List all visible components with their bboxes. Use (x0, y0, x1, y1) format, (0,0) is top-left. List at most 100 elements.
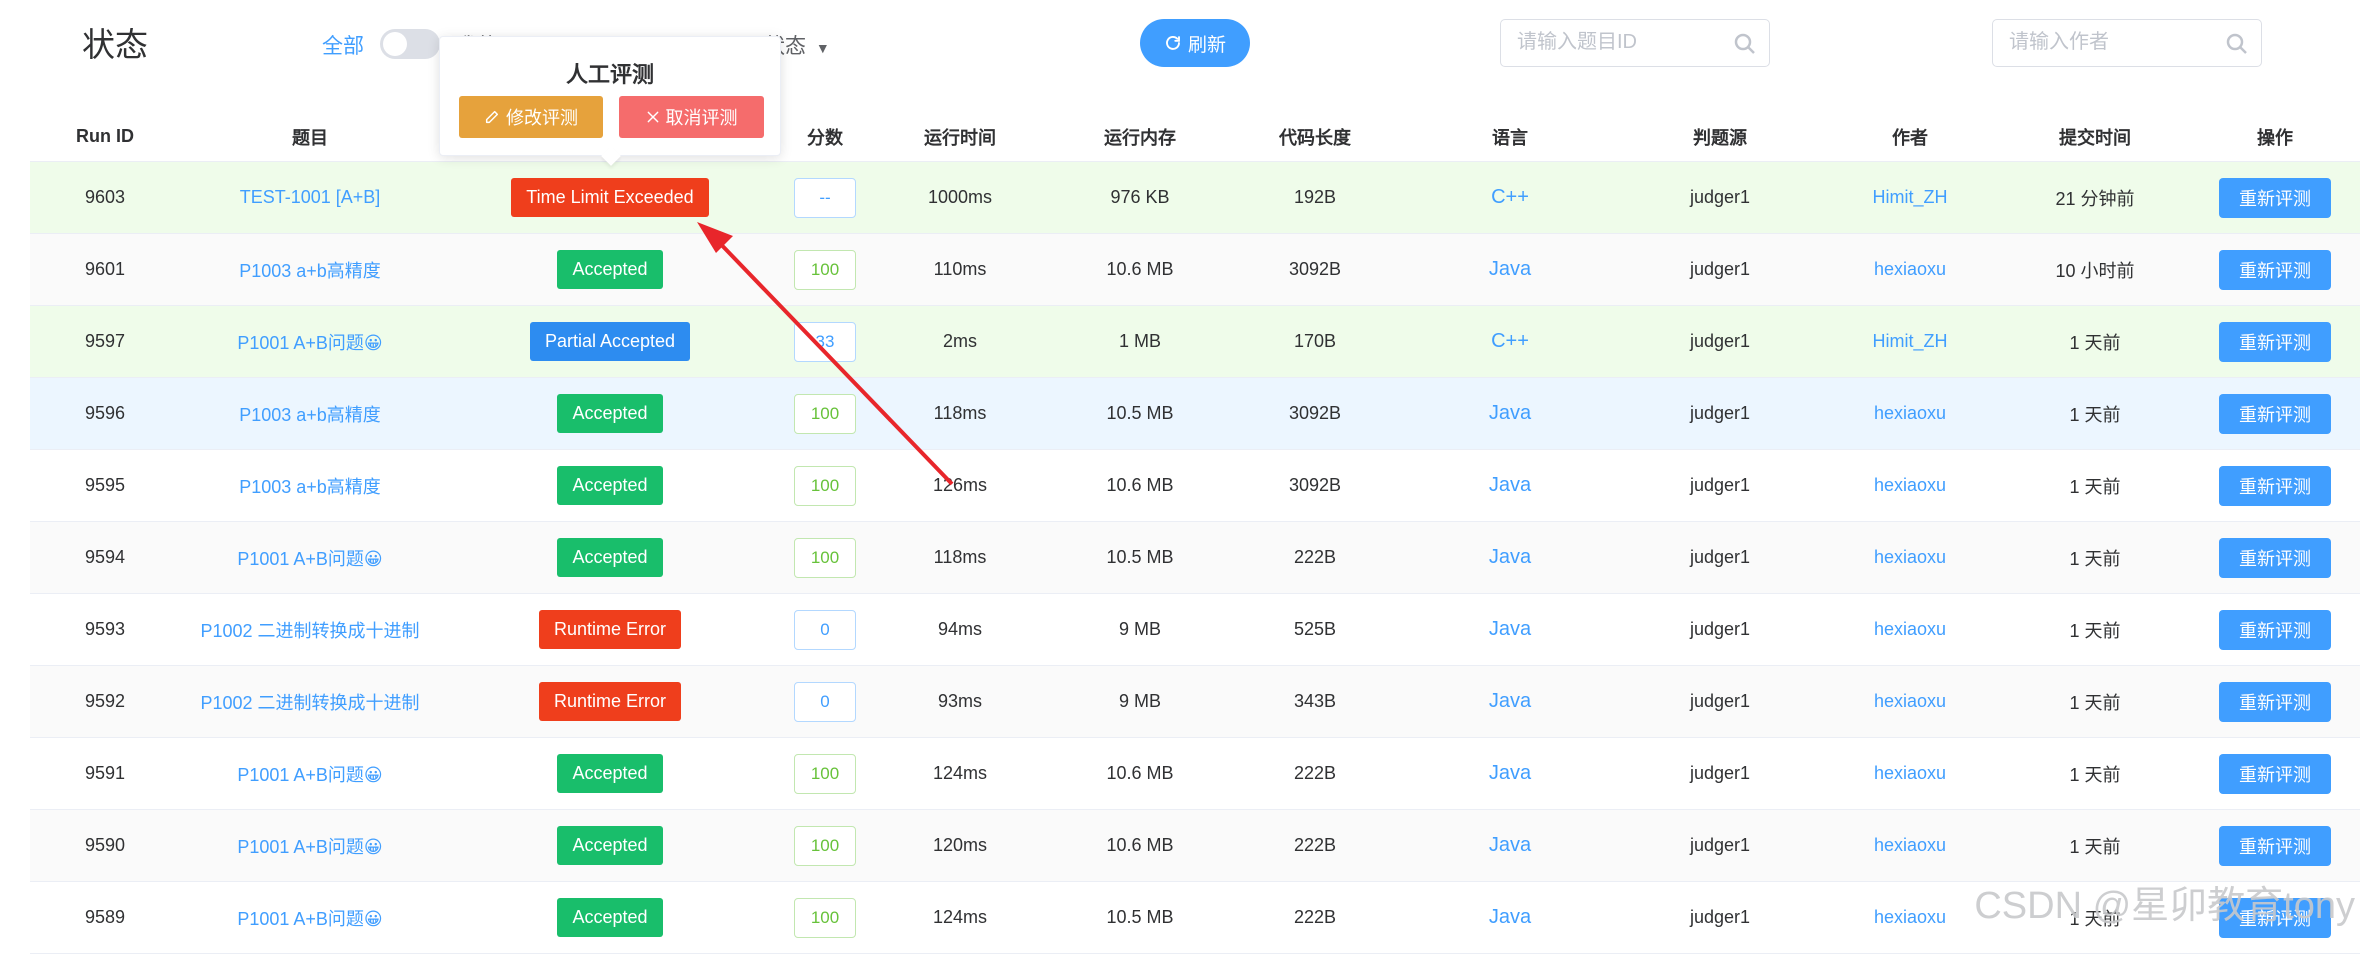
status-tag[interactable]: Accepted (557, 466, 663, 505)
status-tag[interactable]: Partial Accepted (529, 322, 691, 361)
code-length: 3092B (1288, 475, 1342, 495)
language-link[interactable]: Java (1489, 762, 1531, 785)
author-link[interactable]: hexiaoxu (1874, 619, 1946, 640)
author-link[interactable]: hexiaoxu (1874, 907, 1946, 928)
table-row: 9590 P1001 A+B问题😀 Accepted 100 120ms 10.… (30, 810, 2360, 882)
filter-all-label[interactable]: 全部 (322, 30, 364, 60)
refresh-button[interactable]: 刷新 (1140, 19, 1250, 67)
author-search[interactable] (1992, 19, 2262, 67)
manual-judge-popover: 人工评测 修改评测 取消评测 (439, 36, 781, 156)
status-tag[interactable]: Accepted (557, 898, 663, 937)
run-memory: 10.6 MB (1106, 259, 1174, 279)
search-icon[interactable] (2225, 32, 2249, 56)
table-row: 9595 P1003 a+b高精度 Accepted 100 126ms 10.… (30, 450, 2360, 522)
col-action: 操作 (2257, 127, 2293, 148)
run-id: 9590 (84, 835, 126, 855)
status-tag[interactable]: Accepted (557, 250, 663, 289)
code-length: 192B (1293, 187, 1337, 207)
submit-time: 10 小时前 (2055, 260, 2135, 281)
run-time: 126ms (932, 475, 988, 495)
run-id: 9593 (84, 619, 126, 639)
language-link[interactable]: Java (1489, 690, 1531, 713)
author-search-input[interactable] (2007, 20, 2217, 64)
code-length: 222B (1293, 835, 1337, 855)
language-link[interactable]: Java (1489, 258, 1531, 281)
author-link[interactable]: hexiaoxu (1874, 259, 1946, 280)
run-time: 2ms (942, 331, 977, 351)
language-link[interactable]: Java (1489, 402, 1531, 425)
author-link[interactable]: hexiaoxu (1874, 763, 1946, 784)
language-link[interactable]: C++ (1491, 186, 1529, 209)
cancel-judge-button[interactable]: 取消评测 (619, 96, 764, 138)
judger: judger1 (1689, 835, 1751, 855)
status-tag[interactable]: Accepted (557, 826, 663, 865)
close-icon (647, 111, 658, 123)
code-length: 525B (1293, 619, 1337, 639)
rejudge-button[interactable]: 重新评测 (2219, 681, 2331, 722)
rejudge-button[interactable]: 重新评测 (2219, 825, 2331, 866)
table-row: 9597 P1001 A+B问题😀 Partial Accepted 33 2m… (30, 306, 2360, 378)
status-tag[interactable]: Time Limit Exceeded (511, 178, 709, 217)
rejudge-button[interactable]: 重新评测 (2219, 177, 2331, 218)
code-length: 3092B (1288, 403, 1342, 423)
score-badge: 100 (794, 249, 856, 290)
language-link[interactable]: Java (1489, 474, 1531, 497)
problem-link[interactable]: TEST-1001 [A+B] (240, 187, 381, 208)
popover-title: 人工评测 (565, 62, 654, 87)
problem-link[interactable]: P1001 A+B问题😀 (237, 329, 382, 355)
mine-toggle-switch[interactable] (380, 29, 440, 59)
rejudge-button[interactable]: 重新评测 (2219, 393, 2331, 434)
table-row: 9601 P1003 a+b高精度 Accepted 100 110ms 10.… (30, 234, 2360, 306)
run-id: 9594 (84, 547, 126, 567)
problem-link[interactable]: P1002 二进制转换成十进制 (200, 617, 419, 643)
status-tag[interactable]: Accepted (557, 394, 663, 433)
problem-link[interactable]: P1002 二进制转换成十进制 (200, 689, 419, 715)
rejudge-button[interactable]: 重新评测 (2219, 609, 2331, 650)
problem-id-search[interactable] (1500, 19, 1770, 67)
search-icon[interactable] (1733, 32, 1757, 56)
table-row: 9593 P1002 二进制转换成十进制 Runtime Error 0 94m… (30, 594, 2360, 666)
language-link[interactable]: Java (1489, 618, 1531, 641)
author-link[interactable]: hexiaoxu (1874, 691, 1946, 712)
status-tag[interactable]: Accepted (557, 754, 663, 793)
run-memory: 976 KB (1110, 187, 1170, 207)
col-memory: 运行内存 (1104, 127, 1176, 148)
status-tag[interactable]: Runtime Error (538, 682, 682, 721)
caret-down-icon: ▼ (815, 40, 830, 56)
run-id: 9589 (84, 907, 126, 927)
rejudge-button[interactable]: 重新评测 (2219, 753, 2331, 794)
author-link[interactable]: Himit_ZH (1873, 187, 1948, 208)
problem-link[interactable]: P1003 a+b高精度 (239, 257, 381, 283)
rejudge-button[interactable]: 重新评测 (2219, 321, 2331, 362)
author-link[interactable]: hexiaoxu (1874, 547, 1946, 568)
problem-link[interactable]: P1003 a+b高精度 (239, 473, 381, 499)
status-tag[interactable]: Runtime Error (538, 610, 682, 649)
run-memory: 10.6 MB (1106, 475, 1174, 495)
language-link[interactable]: C++ (1491, 330, 1529, 353)
rejudge-button[interactable]: 重新评测 (2219, 465, 2331, 506)
problem-link[interactable]: P1003 a+b高精度 (239, 401, 381, 427)
author-link[interactable]: hexiaoxu (1874, 475, 1946, 496)
problem-link[interactable]: P1001 A+B问题😀 (237, 905, 382, 931)
author-link[interactable]: Himit_ZH (1873, 331, 1948, 352)
language-link[interactable]: Java (1489, 834, 1531, 857)
run-time: 94ms (937, 619, 982, 639)
author-link[interactable]: hexiaoxu (1874, 403, 1946, 424)
problem-id-search-input[interactable] (1515, 20, 1725, 64)
language-link[interactable]: Java (1489, 546, 1531, 569)
rejudge-button[interactable]: 重新评测 (2219, 249, 2331, 290)
author-link[interactable]: hexiaoxu (1874, 835, 1946, 856)
run-time: 1000ms (927, 187, 993, 207)
edit-judge-button[interactable]: 修改评测 (459, 96, 603, 138)
code-length: 170B (1293, 331, 1337, 351)
problem-link[interactable]: P1001 A+B问题😀 (237, 545, 382, 571)
problem-link[interactable]: P1001 A+B问题😀 (237, 761, 382, 787)
rejudge-button[interactable]: 重新评测 (2219, 537, 2331, 578)
edit-judge-label: 修改评测 (506, 108, 578, 128)
score-badge: -- (794, 177, 856, 218)
submission-table: Run ID 题目 状态 分数 运行时间 运行内存 代码长度 语言 判题源 作者… (30, 112, 2360, 954)
problem-link[interactable]: P1001 A+B问题😀 (237, 833, 382, 859)
status-tag[interactable]: Accepted (557, 538, 663, 577)
language-link[interactable]: Java (1489, 906, 1531, 929)
run-time: 124ms (932, 763, 988, 783)
